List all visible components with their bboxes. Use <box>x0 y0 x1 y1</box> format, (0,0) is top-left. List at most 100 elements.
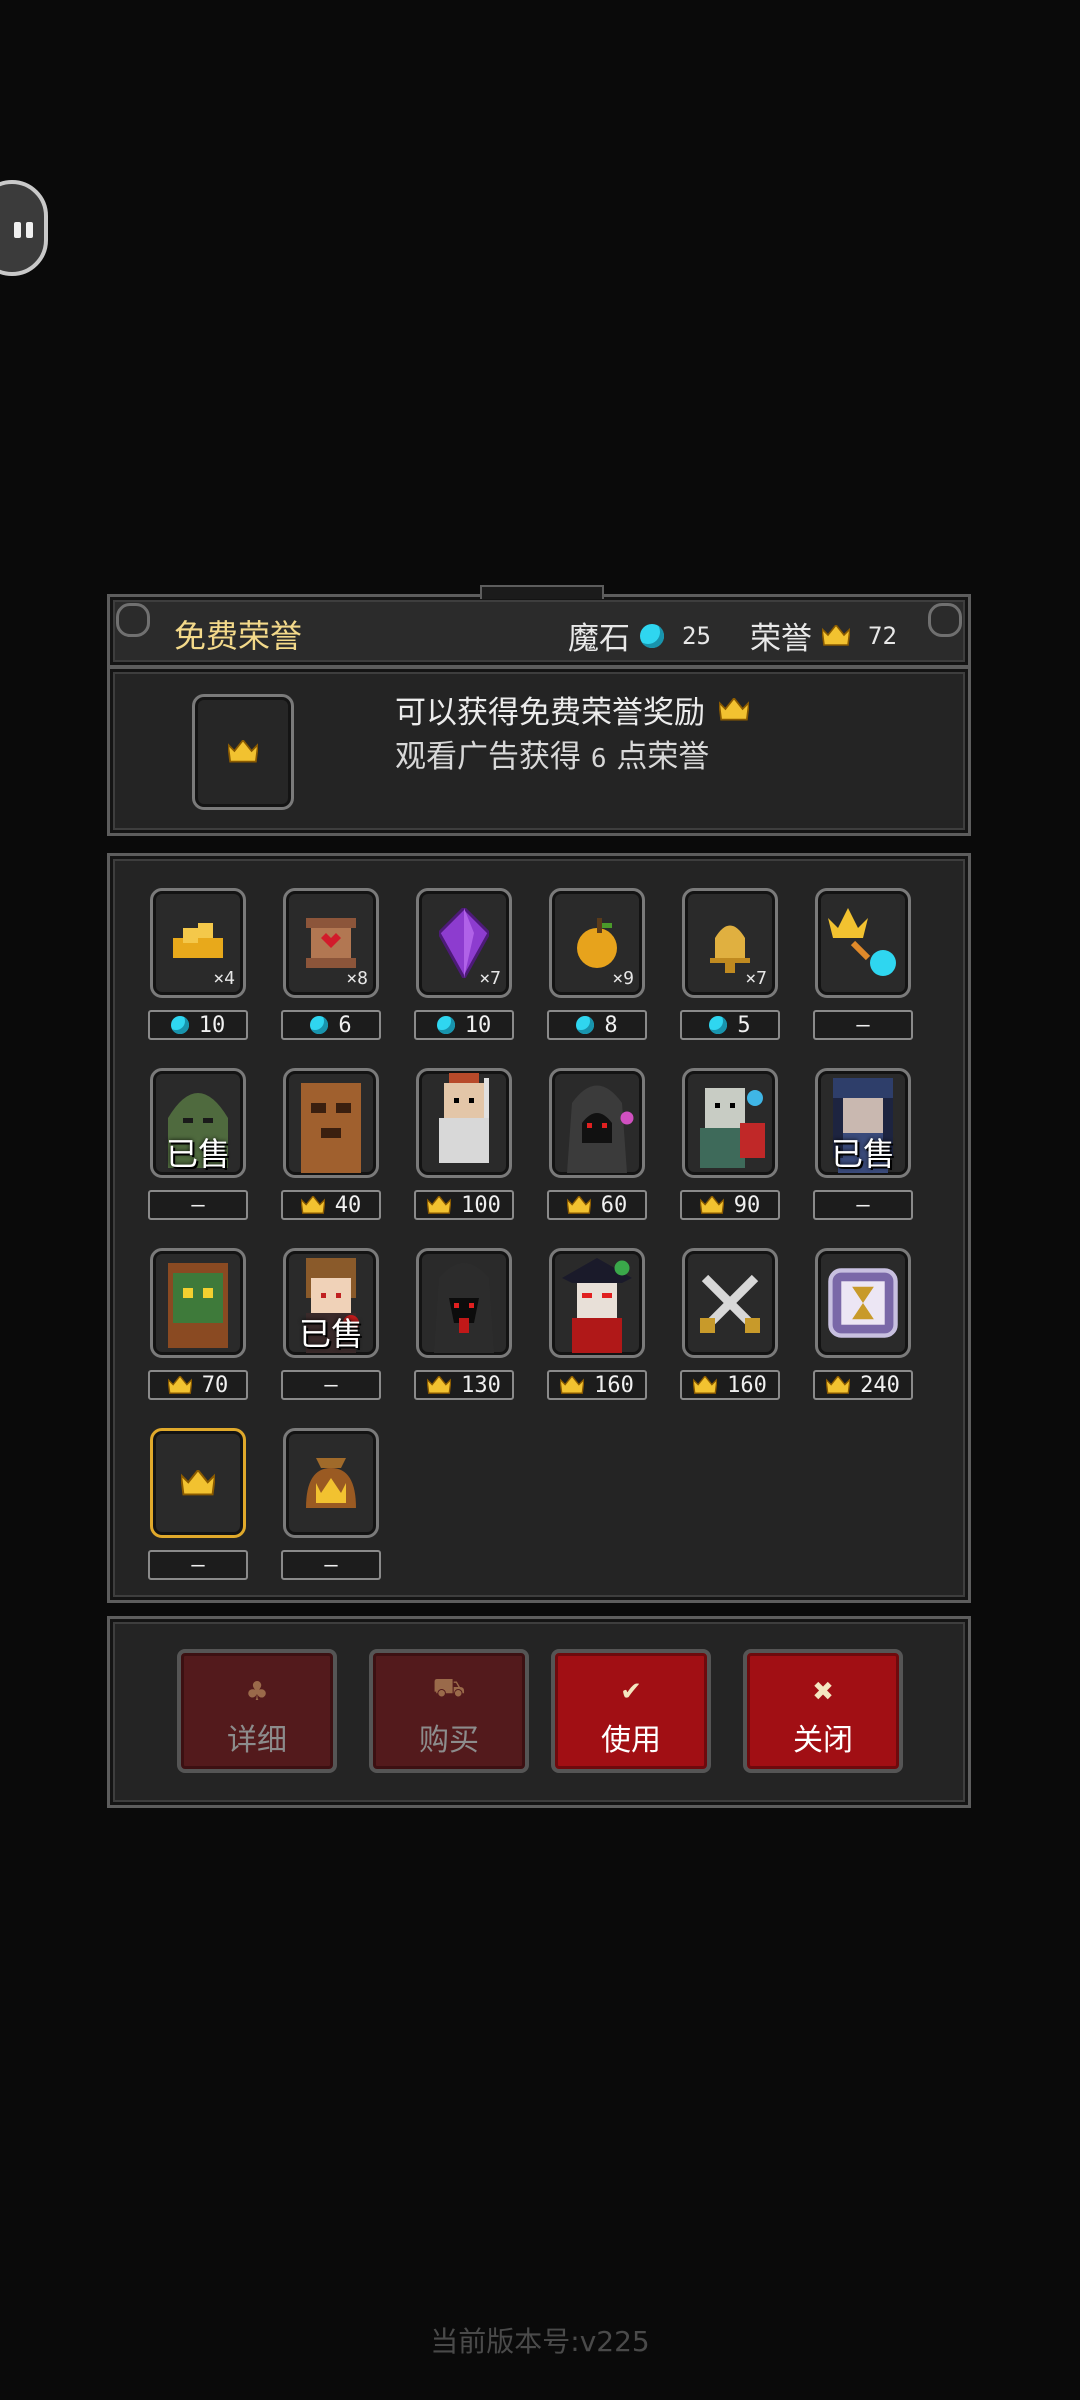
shop-item[interactable]: 已售 — <box>813 1068 913 1220</box>
button-label: 购买 <box>419 1723 479 1758</box>
price-value: 40 <box>334 1192 362 1218</box>
item-slot[interactable] <box>815 888 911 998</box>
header-ornament <box>480 585 604 599</box>
price-value: 160 <box>727 1372 767 1398</box>
shop-item[interactable]: — <box>148 1428 248 1580</box>
version-label: 当前版本号:v225 <box>430 2325 650 2358</box>
shop-item[interactable]: 40 <box>281 1068 381 1220</box>
zombie-shield-portrait-icon <box>690 1073 770 1173</box>
shop-item[interactable]: ×9 8 <box>547 888 647 1040</box>
item-slot[interactable] <box>815 1248 911 1358</box>
armored-knight-portrait-icon <box>424 1073 504 1173</box>
shop-item[interactable]: 100 <box>414 1068 514 1220</box>
crossed-swords-icon <box>695 1268 765 1338</box>
item-slot[interactable]: 已售 <box>150 1068 246 1178</box>
shop-header: 免费荣誉 魔石 25 荣誉 72 <box>107 585 971 668</box>
shop-item-grid: ×4 10 ×8 6 ×7 10 ×9 8 ×7 5 — 已售 — 40 100 60 90 已售 — 70 已售 — 13… <box>107 853 971 1603</box>
floating-assistant-button[interactable] <box>0 180 48 276</box>
item-count: ×9 <box>612 968 634 989</box>
item-slot[interactable]: ×8 <box>283 888 379 998</box>
shop-item[interactable]: 240 <box>813 1248 913 1400</box>
ad-reward-text: 观看广告获得 6 点荣誉 <box>395 731 709 776</box>
item-slot[interactable]: 已售 <box>283 1248 379 1358</box>
shop-item[interactable]: 60 <box>547 1068 647 1220</box>
shop-item[interactable]: — <box>813 888 913 1040</box>
flask-button[interactable]: ♣ 详细 <box>177 1649 337 1773</box>
shop-item[interactable]: ×4 10 <box>148 888 248 1040</box>
tree-ent-portrait-icon <box>291 1073 371 1173</box>
reward-available-label: 可以获得免费荣誉奖励 <box>395 695 705 731</box>
item-slot[interactable] <box>416 1248 512 1358</box>
close-button[interactable]: ✖ 关闭 <box>743 1649 903 1773</box>
reward-preview-slot <box>192 694 294 810</box>
price-value: 240 <box>860 1372 900 1398</box>
price-value: 6 <box>338 1012 352 1038</box>
item-slot[interactable] <box>283 1428 379 1538</box>
golden-bell-icon <box>705 913 755 973</box>
price-value: — <box>324 1552 338 1578</box>
item-slot[interactable] <box>682 1248 778 1358</box>
gem-icon <box>310 1016 329 1034</box>
flask-icon: ♣ <box>245 1677 269 1707</box>
shop-item[interactable]: 90 <box>680 1068 780 1220</box>
heart-scroll-icon <box>301 913 361 973</box>
price-value: 160 <box>594 1372 634 1398</box>
crown-icon <box>228 740 258 763</box>
item-slot[interactable] <box>549 1068 645 1178</box>
price-value: 5 <box>737 1012 751 1038</box>
shop-item[interactable]: 70 <box>148 1248 248 1400</box>
item-slot[interactable] <box>150 1248 246 1358</box>
price-value: 70 <box>201 1372 229 1398</box>
item-slot[interactable]: ×7 <box>682 888 778 998</box>
shop-item[interactable]: — <box>281 1428 381 1580</box>
shop-item[interactable]: 已售 — <box>281 1248 381 1400</box>
item-slot[interactable] <box>283 1068 379 1178</box>
item-slot[interactable]: ×4 <box>150 888 246 998</box>
corner-ornament-right <box>928 603 962 637</box>
cart-button[interactable]: ⛟ 购买 <box>369 1649 529 1773</box>
tree-spirit-portrait-icon <box>158 1253 238 1353</box>
gem-icon <box>709 1016 728 1034</box>
price-value: 100 <box>461 1192 501 1218</box>
price-value: 8 <box>604 1012 618 1038</box>
cart-icon: ⛟ <box>432 1673 466 1703</box>
reward-available-text: 可以获得免费荣誉奖励 <box>395 687 749 732</box>
item-price: 90 <box>680 1190 780 1220</box>
item-price: 100 <box>414 1190 514 1220</box>
item-slot[interactable]: ×9 <box>549 888 645 998</box>
item-count: ×4 <box>213 968 235 989</box>
ad-reward-suffix: 点荣誉 <box>616 739 710 775</box>
shop-item[interactable]: ×7 10 <box>414 888 514 1040</box>
shop-item[interactable]: ×8 6 <box>281 888 381 1040</box>
shop-item[interactable]: 160 <box>547 1248 647 1400</box>
price-value: 130 <box>461 1372 501 1398</box>
hooded-reaper-portrait-icon <box>557 1073 637 1173</box>
price-value: 10 <box>198 1012 226 1038</box>
gem-icon <box>640 623 664 648</box>
shop-item[interactable]: 160 <box>680 1248 780 1400</box>
item-slot[interactable] <box>150 1428 246 1538</box>
crown-icon <box>300 1195 325 1215</box>
golden-apple-icon <box>572 918 622 968</box>
ad-reward-amount: 6 <box>590 744 607 774</box>
shop-item[interactable]: 130 <box>414 1248 514 1400</box>
price-value: 90 <box>733 1192 761 1218</box>
item-slot[interactable]: ×7 <box>416 888 512 998</box>
crown-icon <box>427 1375 452 1395</box>
item-price: — <box>281 1550 381 1580</box>
item-slot[interactable] <box>416 1068 512 1178</box>
check-button[interactable]: ✔ 使用 <box>551 1649 711 1773</box>
honor-value: 72 <box>868 621 897 650</box>
gem-icon <box>436 1016 455 1034</box>
item-slot[interactable] <box>682 1068 778 1178</box>
button-label: 关闭 <box>793 1723 853 1758</box>
shop-item[interactable]: 已售 — <box>148 1068 248 1220</box>
gem-icon <box>576 1016 595 1034</box>
item-price: — <box>813 1010 913 1040</box>
item-slot[interactable] <box>549 1248 645 1358</box>
crown-icon <box>566 1195 591 1215</box>
item-price: — <box>813 1190 913 1220</box>
shop-item[interactable]: ×7 5 <box>680 888 780 1040</box>
check-icon: ✔ <box>620 1677 642 1707</box>
item-slot[interactable]: 已售 <box>815 1068 911 1178</box>
